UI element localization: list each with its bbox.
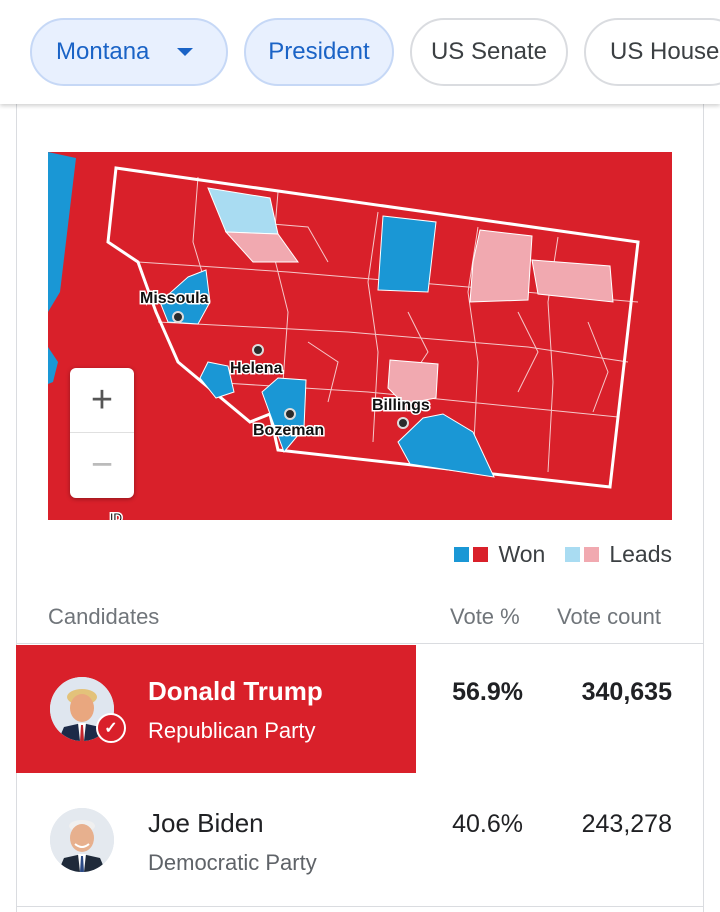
header-divider <box>16 643 704 644</box>
legend-won-blue-swatch <box>454 546 470 562</box>
candidate-party: Democratic Party <box>148 850 317 875</box>
header-vote-pct: Vote % <box>450 604 520 629</box>
chip-president-label: President <box>268 38 370 65</box>
zoom-controls: + − <box>70 368 134 498</box>
candidate-name: Joe Biden <box>148 808 264 838</box>
biden-avatar <box>50 808 114 872</box>
map-legend: Won Leads <box>454 538 672 570</box>
filter-bar: Montana President US Senate US House <box>0 0 720 104</box>
chip-us-senate-label: US Senate <box>430 38 548 65</box>
legend-won-label: Won <box>498 540 546 567</box>
chip-us-house[interactable]: US House <box>584 18 720 86</box>
state-select[interactable]: Montana <box>30 18 228 86</box>
county-valley <box>469 229 533 303</box>
city-label-missoula: Missoula <box>140 290 209 307</box>
city-dot-bozeman <box>284 408 296 420</box>
chip-us-senate[interactable]: US Senate <box>410 18 568 86</box>
zoom-in-button[interactable]: + <box>70 368 134 432</box>
city-dot-missoula <box>172 311 184 323</box>
vote-pct: 40.6% <box>452 810 523 838</box>
candidate-name: Donald Trump <box>148 676 323 706</box>
city-label-billings: Billings <box>372 397 430 414</box>
dropdown-caret-icon <box>177 48 194 56</box>
state-select-label: Montana <box>56 38 150 65</box>
legend-won-red-swatch <box>473 546 489 562</box>
zoom-out-button[interactable]: − <box>70 432 134 497</box>
county-map-svg[interactable]: Missoula Helena Bozeman Billings ID <box>48 152 672 520</box>
chip-us-house-label: US House <box>610 38 720 65</box>
legend-leads-label: Leads <box>609 540 672 567</box>
winner-check-icon: ✓ <box>96 713 126 743</box>
vote-count: 243,278 <box>581 810 672 838</box>
row-divider <box>16 906 704 907</box>
city-label-bozeman: Bozeman <box>253 422 324 439</box>
vote-count: 340,635 <box>581 678 672 706</box>
vote-pct: 56.9% <box>452 678 523 706</box>
header-vote-count: Vote count <box>557 604 661 629</box>
city-dot-helena <box>252 344 264 356</box>
city-label-helena: Helena <box>230 360 283 377</box>
county-map[interactable]: Missoula Helena Bozeman Billings ID <box>48 152 672 520</box>
candidate-party: Republican Party <box>148 718 316 743</box>
county-blaine <box>377 215 437 293</box>
chip-president[interactable]: President <box>244 18 394 86</box>
legend-leads-blue-swatch <box>565 546 581 562</box>
neighbor-state-label: ID <box>110 511 122 520</box>
header-candidates: Candidates <box>48 604 160 629</box>
legend-leads-red-swatch <box>584 546 600 562</box>
city-dot-billings <box>397 417 409 429</box>
